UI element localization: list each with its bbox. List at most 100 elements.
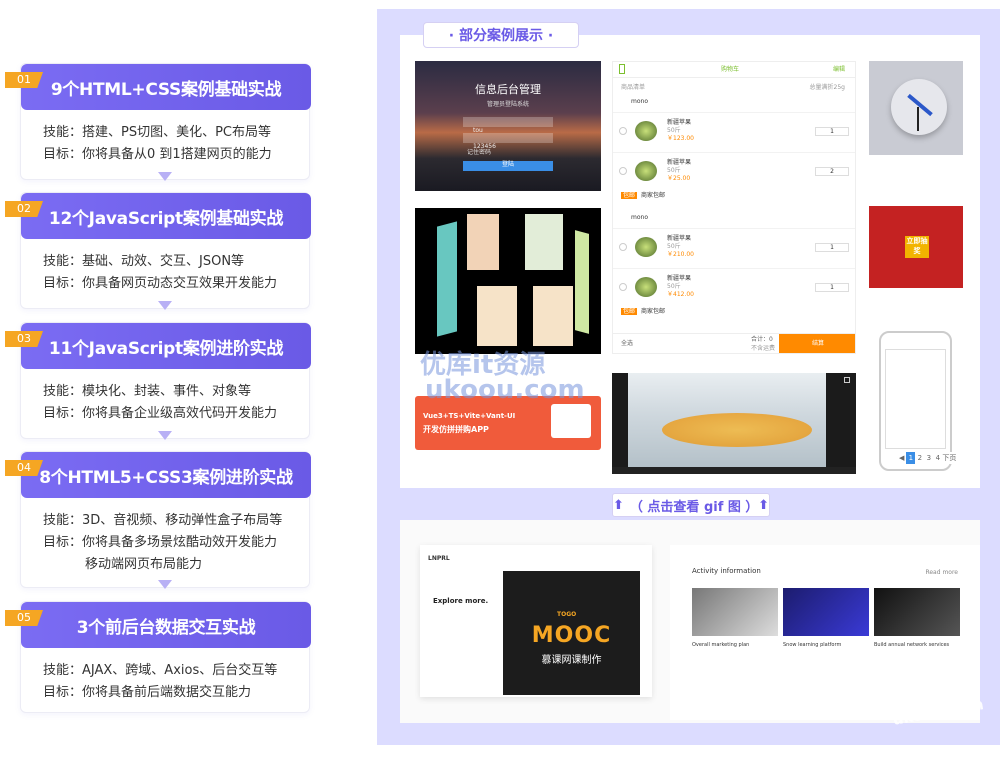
activity-more[interactable]: Read more [925, 569, 958, 577]
login-password-field[interactable]: 123456 [463, 133, 553, 150]
pager-next[interactable]: 下页 [942, 454, 956, 462]
explore-website-thumbnail[interactable]: LNPRL Explore more. TOGO MOOC 慕课网课制作 [420, 545, 652, 697]
product-image [635, 161, 657, 181]
item-checkbox[interactable] [619, 243, 627, 251]
banner-line1: Vue3+TS+Vite+Vant-UI [423, 412, 516, 420]
carousel-card [575, 230, 589, 334]
cart-total: 合计：0 [751, 336, 773, 343]
lottery-grid-thumbnail[interactable]: 立即抽奖 [869, 206, 963, 288]
back-icon[interactable] [619, 64, 625, 74]
login-user-field[interactable]: tou [463, 117, 553, 134]
gif-link-label: （ 点击查看 gif 图 ） [629, 499, 759, 515]
cart-store-name: mono [631, 214, 648, 221]
course-line: 目标：你将具备多场景炫酷动效开发能力 [43, 535, 278, 550]
promo-row: 包邮 商家包邮 [621, 192, 666, 199]
clock-thumbnail[interactable] [869, 61, 963, 155]
chevron-down-icon [158, 431, 172, 440]
activity-card[interactable]: Build annual network services [874, 588, 960, 678]
activity-card-title: Overall marketing plan [692, 642, 750, 648]
vue-app-banner[interactable]: Vue3+TS+Vite+Vant-UI 开发仿拼拼购APP [415, 396, 601, 450]
pager-item[interactable]: 3 [924, 452, 933, 464]
carousel-card [467, 214, 499, 270]
course-line: 技能：搭建、PS切图、美化、PC布局等 [43, 125, 272, 140]
quantity-stepper[interactable]: 1 [815, 127, 849, 136]
arrow-up-icon: ⬆ [613, 497, 624, 513]
quantity-stepper[interactable]: 1 [815, 243, 849, 252]
course-card[interactable]: 9个HTML+CSS案例基础实战 01 技能：搭建、PS切图、美化、PC布局等 目标：… [5, 63, 311, 180]
item-name: 新疆苹果 [667, 275, 692, 282]
carousel-3d-thumbnail[interactable] [415, 208, 601, 354]
pager-prev[interactable]: ◀ [899, 454, 904, 462]
cart-item-row[interactable]: 新疆苹果 50斤 ￥210.00 1 [613, 228, 855, 266]
item-unit: 50斤 [667, 243, 681, 250]
pager-item[interactable]: 1 [906, 452, 916, 464]
course-number-badge: 05 [5, 610, 43, 626]
cart-shop-label: 商品清单 [621, 84, 646, 91]
course-line: 技能：模块化、封装、事件、对象等 [43, 384, 252, 399]
chevron-down-icon [158, 580, 172, 589]
course-title: 9个HTML+CSS案例基础实战 [21, 64, 311, 110]
item-unit: 50斤 [667, 127, 681, 134]
video-control-bar[interactable] [612, 467, 856, 474]
activity-card-image [783, 588, 869, 636]
item-checkbox[interactable] [619, 167, 627, 175]
course-title: 3个前后台数据交互实战 [21, 602, 311, 648]
login-submit-button[interactable]: 登陆 [463, 161, 553, 171]
quantity-stepper[interactable]: 2 [815, 167, 849, 176]
checkout-button[interactable]: 结算 [779, 334, 855, 353]
fullscreen-icon[interactable] [844, 377, 850, 383]
course-number-badge: 03 [5, 331, 43, 347]
item-checkbox[interactable] [619, 283, 627, 291]
course-card[interactable]: 8个HTML5+CSS3案例进阶实战 04 技能：3D、音视频、移动弹性盒子布局等目… [5, 451, 311, 588]
item-price: ￥412.00 [667, 291, 694, 298]
activity-card[interactable]: Overall marketing plan [692, 588, 778, 678]
login-remember[interactable]: 记住密码 [467, 149, 491, 157]
course-line: 目标：你将具备企业级高效代码开发能力 [43, 406, 278, 421]
video-frame-orange [662, 413, 812, 447]
carousel-card [525, 214, 563, 270]
phone-screen [885, 349, 946, 449]
activity-title: Activity information [692, 567, 761, 575]
course-card[interactable]: 12个JavaScript案例基础实战 02 技能：基础、动效、交互、JSON等 目标… [5, 192, 311, 309]
product-image [635, 237, 657, 257]
course-description: 技能：AJAX、跨域、Axios、后台交互等 目标：你将具备前后端数据交互能力 [43, 660, 277, 704]
course-line: 技能：基础、动效、交互、JSON等 [43, 254, 245, 269]
course-line: 技能：3D、音视频、移动弹性盒子布局等 [43, 513, 283, 528]
pager-item[interactable]: 2 [915, 452, 924, 464]
login-thumbnail[interactable]: 信息后台管理 管理员登陆系统 tou 123456 记住密码 登陆 [415, 61, 601, 191]
shopping-cart-thumbnail[interactable]: 购物车 编辑 商品清单 总量满折25g mono 新疆苹果 50斤 ￥123.00 1 新… [612, 61, 856, 354]
select-all-checkbox[interactable]: 全选 [621, 340, 633, 348]
item-checkbox[interactable] [619, 127, 627, 135]
product-image [635, 121, 657, 141]
course-card[interactable]: 3个前后台数据交互实战 05 技能：AJAX、跨域、Axios、后台交互等 目标：你将… [5, 601, 311, 713]
activity-card[interactable]: Snow learning platform [783, 588, 869, 678]
mooc-brand: MOOC [531, 623, 612, 648]
cart-item-row[interactable]: 新疆苹果 50斤 ￥123.00 1 [613, 112, 855, 150]
explore-logo: LNPRL [428, 555, 450, 562]
lottery-center[interactable]: 立即抽奖 [905, 236, 929, 258]
cart-item-row[interactable]: 新疆苹果 50斤 ￥25.00 2 [613, 152, 855, 190]
quantity-stepper[interactable]: 1 [815, 283, 849, 292]
course-description: 技能：基础、动效、交互、JSON等 目标：你具备网页动态交互效果开发能力 [43, 251, 277, 295]
video-player-thumbnail[interactable] [612, 373, 856, 474]
product-image [635, 277, 657, 297]
banner-line2: 开发仿拼拼购APP [423, 425, 489, 434]
item-name: 新疆苹果 [667, 159, 692, 166]
cart-footer: 全选 合计：0 不含运费 结算 [613, 333, 855, 353]
mobile-pager-thumbnail[interactable] [879, 331, 952, 471]
course-line: 目标：你将具备从0 到1搭建网页的能力 [43, 147, 272, 162]
showcase-title: · 部分案例展示 · [423, 22, 579, 48]
cart-item-row[interactable]: 新疆苹果 50斤 ￥412.00 1 [613, 268, 855, 306]
course-title: 8个HTML5+CSS3案例进阶实战 [21, 452, 311, 498]
activity-website-thumbnail[interactable]: Activity information Read more Overall m… [670, 545, 980, 720]
video-right-bar [826, 373, 856, 474]
gif-link-button[interactable]: ⬆ （ 点击查看 gif 图 ） ⬆ [612, 493, 770, 517]
carousel-card [533, 286, 573, 346]
activity-card-title: Build annual network services [874, 642, 950, 648]
carousel-card [437, 221, 457, 337]
item-unit: 50斤 [667, 167, 681, 174]
item-price: ￥210.00 [667, 251, 694, 258]
activity-card-title: Snow learning platform [783, 642, 842, 648]
course-title: 11个JavaScript案例进阶实战 [21, 323, 311, 369]
course-card[interactable]: 11个JavaScript案例进阶实战 03 技能：模块化、封装、事件、对象等目标：… [5, 322, 311, 439]
